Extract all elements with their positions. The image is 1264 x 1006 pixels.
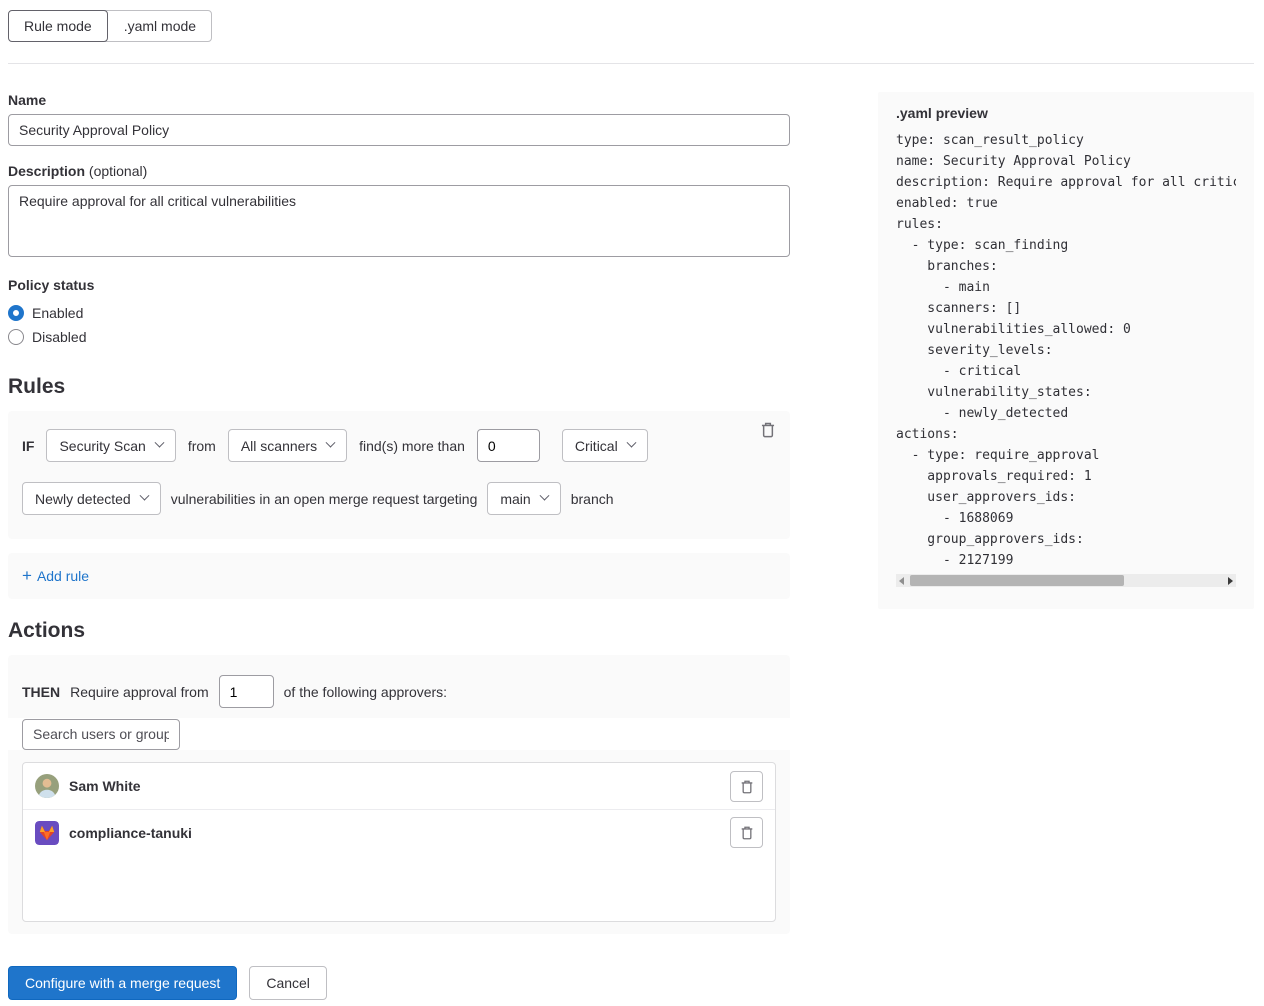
scrollbar-thumb[interactable] xyxy=(910,575,1124,586)
scroll-right-arrow-icon[interactable] xyxy=(1228,577,1233,585)
remove-approver-button[interactable] xyxy=(730,771,763,802)
policy-status-label: Policy status xyxy=(8,277,790,293)
trash-icon xyxy=(740,779,754,794)
status-option-enabled[interactable]: Enabled xyxy=(8,301,790,325)
yaml-preview-title: .yaml preview xyxy=(896,105,1236,121)
approver-row-sam-white: Sam White xyxy=(23,763,775,809)
add-rule-panel: + Add rule xyxy=(8,553,790,599)
approver-search-band xyxy=(8,718,790,750)
chevron-down-icon xyxy=(139,491,149,501)
enabled-radio-label: Enabled xyxy=(32,305,83,321)
trash-icon xyxy=(760,426,776,441)
approver-row-compliance-tanuki: compliance-tanuki xyxy=(23,809,775,855)
form-footer: Configure with a merge request Cancel xyxy=(8,966,790,1000)
disabled-radio[interactable] xyxy=(8,329,24,345)
finds-more-than-label: find(s) more than xyxy=(359,438,465,454)
chevron-down-icon xyxy=(539,491,549,501)
vulnerability-state-dropdown[interactable]: Newly detected xyxy=(22,482,161,515)
user-avatar xyxy=(35,774,59,798)
chevron-down-icon xyxy=(626,438,636,448)
severity-dropdown[interactable]: Critical xyxy=(562,429,648,462)
enabled-radio[interactable] xyxy=(8,305,24,321)
remove-approver-button[interactable] xyxy=(730,817,763,848)
tab-yaml-mode[interactable]: .yaml mode xyxy=(104,10,212,42)
rule-card: IF Security Scan from All scanners find(… xyxy=(8,411,790,539)
yaml-preview-panel: .yaml preview type: scan_result_policy n… xyxy=(878,92,1254,609)
plus-icon: + xyxy=(22,569,32,583)
editor-mode-tabs: Rule mode .yaml mode xyxy=(8,10,212,42)
policy-name-input[interactable] xyxy=(8,114,790,146)
description-label: Description (optional) xyxy=(8,163,790,179)
approver-list: Sam White xyxy=(22,762,776,922)
cancel-button[interactable]: Cancel xyxy=(249,966,327,1000)
branch-label: branch xyxy=(571,491,614,507)
from-label: from xyxy=(188,438,216,454)
trash-icon xyxy=(740,825,754,840)
of-approvers-label: of the following approvers: xyxy=(284,684,447,700)
yaml-horizontal-scrollbar[interactable] xyxy=(896,574,1236,587)
add-rule-button[interactable]: + Add rule xyxy=(22,568,89,584)
scan-type-dropdown[interactable]: Security Scan xyxy=(46,429,175,462)
branch-dropdown[interactable]: main xyxy=(487,482,560,515)
approvals-required-input[interactable] xyxy=(219,675,274,708)
then-keyword: THEN xyxy=(22,684,60,700)
name-field-group: Name xyxy=(8,92,790,146)
action-card: THEN Require approval from of the follow… xyxy=(8,655,790,934)
description-field-group: Description (optional) Require approval … xyxy=(8,163,790,260)
configure-merge-request-button[interactable]: Configure with a merge request xyxy=(8,966,237,1000)
scanners-dropdown[interactable]: All scanners xyxy=(228,429,347,462)
approver-name: Sam White xyxy=(69,778,141,794)
rules-heading: Rules xyxy=(8,375,790,399)
group-avatar xyxy=(35,821,59,845)
chevron-down-icon xyxy=(154,438,164,448)
chevron-down-icon xyxy=(326,438,336,448)
actions-heading: Actions xyxy=(8,619,790,643)
vulnerabilities-allowed-input[interactable] xyxy=(477,429,540,462)
status-option-disabled[interactable]: Disabled xyxy=(8,325,790,349)
policy-description-textarea[interactable]: Require approval for all critical vulner… xyxy=(8,185,790,257)
approver-name: compliance-tanuki xyxy=(69,825,192,841)
top-divider xyxy=(8,63,1254,64)
name-label: Name xyxy=(8,92,790,108)
optional-hint: (optional) xyxy=(89,163,147,179)
tab-rule-mode[interactable]: Rule mode xyxy=(8,10,108,42)
if-keyword: IF xyxy=(22,438,34,454)
disabled-radio-label: Disabled xyxy=(32,329,86,345)
delete-rule-button[interactable] xyxy=(758,419,778,440)
policy-status-group: Policy status Enabled Disabled xyxy=(8,277,790,349)
targeting-label: vulnerabilities in an open merge request… xyxy=(171,491,478,507)
yaml-code: type: scan_result_policy name: Security … xyxy=(896,130,1236,571)
scroll-left-arrow-icon[interactable] xyxy=(899,577,904,585)
require-approval-label: Require approval from xyxy=(70,684,209,700)
approver-search-input[interactable] xyxy=(22,719,180,750)
